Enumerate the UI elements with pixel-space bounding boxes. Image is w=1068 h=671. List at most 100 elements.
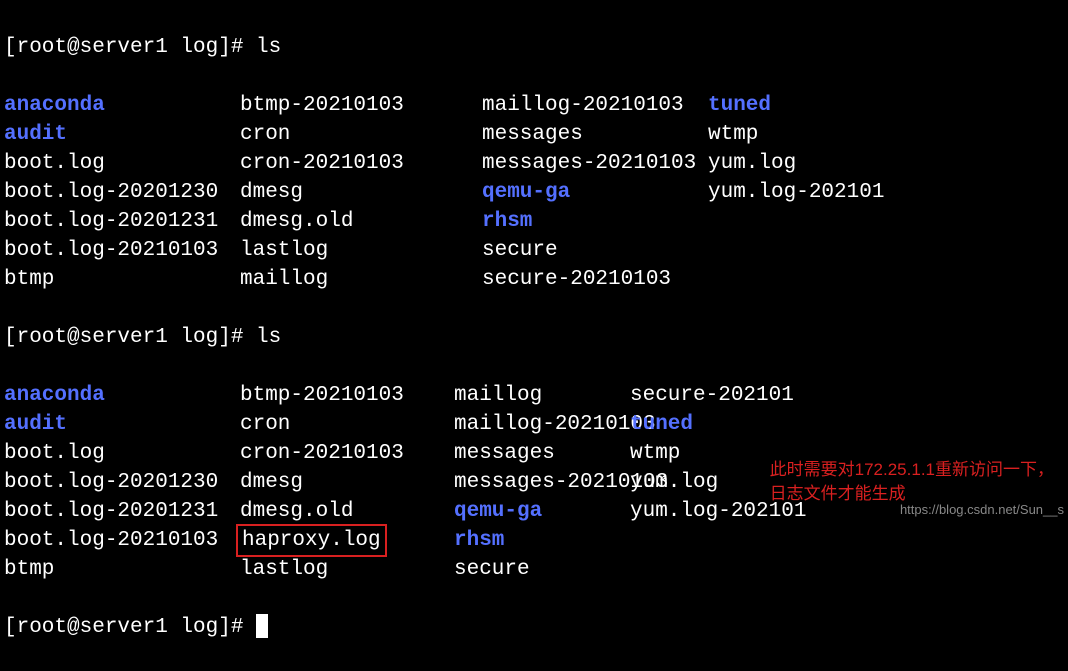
- file-entry: secure-202101: [630, 384, 794, 407]
- terminal[interactable]: [root@server1 log]# ls anacondabtmp-2021…: [4, 4, 1064, 671]
- file-cell: maillog: [454, 381, 630, 410]
- file-cell: yum.log: [630, 468, 718, 497]
- directory-entry: anaconda: [4, 384, 105, 407]
- file-entry: yum.log: [708, 152, 796, 175]
- file-cell: boot.log-20201231: [4, 207, 240, 236]
- file-cell: audit: [4, 120, 240, 149]
- file-entry: messages: [482, 123, 583, 146]
- file-cell: haproxy.log: [240, 526, 454, 555]
- prompt-line-1: [root@server1 log]# ls: [4, 33, 1064, 62]
- file-entry: secure: [454, 558, 530, 581]
- file-entry: maillog: [454, 384, 542, 407]
- file-cell: dmesg: [240, 178, 482, 207]
- file-entry: wtmp: [630, 442, 680, 465]
- file-cell: anaconda: [4, 381, 240, 410]
- file-cell: btmp-20210103: [240, 381, 454, 410]
- file-cell: btmp: [4, 265, 240, 294]
- cursor-icon: [256, 614, 268, 638]
- file-entry: maillog-20210103: [454, 413, 656, 436]
- file-cell: messages: [454, 439, 630, 468]
- file-entry: yum.log-202101: [708, 181, 884, 204]
- file-cell: yum.log: [708, 149, 796, 178]
- directory-entry: audit: [4, 413, 67, 436]
- file-cell: boot.log-20201231: [4, 497, 240, 526]
- file-entry: maillog: [240, 268, 328, 291]
- file-entry: cron: [240, 123, 290, 146]
- file-cell: btmp-20210103: [240, 91, 482, 120]
- file-cell: rhsm: [454, 526, 630, 555]
- file-cell: qemu-ga: [454, 497, 630, 526]
- file-entry: boot.log-20210103: [4, 239, 218, 262]
- file-entry: boot.log: [4, 152, 105, 175]
- file-row: boot.log-20210103 lastlog secure: [4, 236, 1064, 265]
- file-cell: btmp: [4, 555, 240, 584]
- command-text: ls: [256, 326, 281, 349]
- file-entry: btmp-20210103: [240, 384, 404, 407]
- file-entry: messages-20210103: [482, 152, 696, 175]
- file-cell: maillog-20210103: [454, 410, 630, 439]
- highlighted-file: haproxy.log: [236, 524, 387, 557]
- file-entry: wtmp: [708, 123, 758, 146]
- file-row: anaconda btmp-20210103 maillog secure-20210…: [4, 381, 1064, 410]
- file-cell: wtmp: [708, 120, 758, 149]
- directory-entry: rhsm: [482, 210, 532, 233]
- file-row: audit cron messages wtmp: [4, 120, 1064, 149]
- file-row: boot.log cron-20210103 messages-20210103 yu…: [4, 149, 1064, 178]
- file-cell: boot.log: [4, 439, 240, 468]
- file-entry: cron-20210103: [240, 442, 404, 465]
- prompt-text: [root@server1 log]#: [4, 326, 256, 349]
- file-entry: dmesg: [240, 471, 303, 494]
- file-entry: secure: [482, 239, 558, 262]
- file-entry: dmesg.old: [240, 500, 353, 523]
- directory-entry: audit: [4, 123, 67, 146]
- file-cell: qemu-ga: [482, 178, 708, 207]
- file-entry: btmp-20210103: [240, 94, 404, 117]
- file-entry: lastlog: [240, 239, 328, 262]
- file-cell: lastlog: [240, 555, 454, 584]
- file-row: boot.log-20201231 dmesg.oldrhsm: [4, 207, 1064, 236]
- file-entry: cron-20210103: [240, 152, 404, 175]
- file-entry: boot.log-20210103: [4, 529, 218, 552]
- file-cell: boot.log-20210103: [4, 526, 240, 555]
- file-cell: messages-20210103: [454, 468, 630, 497]
- file-cell: secure-20210103: [482, 265, 708, 294]
- file-cell: boot.log-20210103: [4, 236, 240, 265]
- directory-entry: qemu-ga: [482, 181, 570, 204]
- file-entry: boot.log-20201230: [4, 181, 218, 204]
- file-row: btmp lastlog secure: [4, 555, 1064, 584]
- file-entry: yum.log: [630, 471, 718, 494]
- file-cell: secure-202101: [630, 381, 794, 410]
- file-cell: rhsm: [482, 207, 708, 236]
- prompt-text: [root@server1 log]#: [4, 616, 256, 639]
- file-cell: dmesg.old: [240, 207, 482, 236]
- file-cell: boot.log: [4, 149, 240, 178]
- file-cell: yum.log-202101: [708, 178, 884, 207]
- prompt-line-3: [root@server1 log]#: [4, 613, 1064, 642]
- file-cell: secure: [482, 236, 708, 265]
- file-row: boot.log-20210103haproxy.logrhsm: [4, 526, 1064, 555]
- ls-output-1: anacondabtmp-20210103 maillog-20210103tun…: [4, 91, 1064, 294]
- file-cell: cron: [240, 120, 482, 149]
- file-row: btmpmaillog secure-20210103: [4, 265, 1064, 294]
- file-cell: cron-20210103: [240, 439, 454, 468]
- file-cell: cron: [240, 410, 454, 439]
- file-cell: dmesg.old: [240, 497, 454, 526]
- file-entry: boot.log-20201231: [4, 210, 218, 233]
- file-cell: wtmp: [630, 439, 680, 468]
- file-cell: anaconda: [4, 91, 240, 120]
- file-row: boot.log-20201230 dmesgqemu-ga yum.log-202…: [4, 178, 1064, 207]
- file-cell: dmesg: [240, 468, 454, 497]
- directory-entry: tuned: [630, 413, 693, 436]
- watermark-text: https://blog.csdn.net/Sun__s: [900, 495, 1064, 524]
- file-entry: btmp: [4, 558, 54, 581]
- file-row: audit cron maillog-20210103tuned: [4, 410, 1064, 439]
- file-row: anacondabtmp-20210103 maillog-20210103tun…: [4, 91, 1064, 120]
- file-entry: lastlog: [240, 558, 328, 581]
- file-cell: maillog-20210103: [482, 91, 708, 120]
- file-entry: cron: [240, 413, 290, 436]
- file-entry: boot.log-20201231: [4, 500, 218, 523]
- directory-entry: tuned: [708, 94, 771, 117]
- annotation-line-1: 此时需要对172.25.1.1重新访问一下，: [770, 458, 1054, 482]
- file-entry: messages: [454, 442, 555, 465]
- file-cell: messages-20210103: [482, 149, 708, 178]
